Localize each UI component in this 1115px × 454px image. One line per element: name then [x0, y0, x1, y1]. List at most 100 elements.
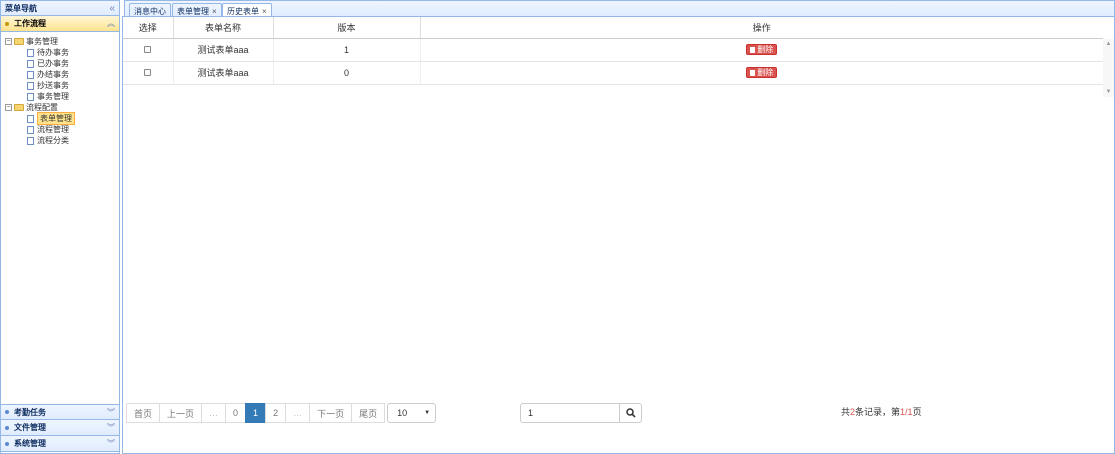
tree-item-label: 已办事务	[37, 59, 69, 68]
tree-panel: − 事务管理 待办事务 已办事务 办结事务 抄送事务 事务管理 − 流程配置 表…	[1, 32, 119, 420]
accordion-label: 文件管理	[14, 423, 46, 432]
page-jump	[520, 403, 642, 423]
tree-item-process-category[interactable]: 流程分类	[27, 135, 119, 146]
trash-icon	[750, 69, 756, 76]
double-chevron-left-icon[interactable]: «	[109, 3, 115, 14]
accordion-system[interactable]: 系统管理 ︾	[1, 436, 119, 452]
close-icon[interactable]: ×	[212, 7, 217, 16]
actions-cell: 删除	[420, 61, 1103, 85]
next-page-button[interactable]: 下一页	[309, 403, 353, 423]
table-header-row: 选择 表单名称 版本 操作	[123, 17, 1103, 39]
row-checkbox[interactable]	[144, 68, 152, 76]
tree-item-process-manage[interactable]: 流程管理	[27, 124, 119, 135]
tree-group-label: 事务管理	[26, 37, 58, 46]
first-page-button[interactable]: 首页	[126, 403, 161, 423]
file-icon	[27, 59, 34, 68]
tree-item-label: 待办事务	[37, 48, 69, 57]
table-row: 测试表单aaa 1 删除	[123, 38, 1103, 62]
tree-item-affair-manage[interactable]: 事务管理	[27, 91, 119, 102]
tab-label: 表单管理	[177, 6, 209, 16]
table-row: 测试表单aaa 0 删除	[123, 61, 1103, 85]
double-chevron-down-icon[interactable]: ︾	[107, 407, 115, 418]
tree-group-affairs[interactable]: − 事务管理	[1, 36, 119, 47]
vertical-scrollbar[interactable]: ▲ ▼	[1103, 39, 1114, 97]
double-chevron-down-icon[interactable]: ︾	[107, 422, 115, 433]
tab-bar: 消息中心 表单管理 × 历史表单 ×	[124, 0, 1115, 18]
accordion-label: 考勤任务	[14, 407, 46, 417]
tree-item-cc[interactable]: 抄送事务	[27, 80, 119, 91]
file-icon	[27, 48, 34, 57]
file-icon	[27, 114, 34, 123]
last-page-button[interactable]: 尾页	[351, 403, 386, 423]
column-header-actions: 操作	[420, 17, 1103, 39]
name-cell: 测试表单aaa	[173, 61, 274, 85]
column-header-version: 版本	[273, 17, 421, 39]
page-button-1[interactable]: 1	[245, 403, 267, 423]
accordion-files[interactable]: 文件管理 ︾	[1, 420, 119, 436]
summary-mid: 条记录，第	[855, 407, 901, 417]
accordion-workflow-label: 工作流程	[14, 19, 46, 28]
tree-item-label: 流程分类	[37, 136, 69, 145]
bullet-icon	[5, 21, 9, 26]
actions-cell: 删除	[420, 38, 1103, 62]
ellipsis: …	[201, 403, 227, 423]
file-icon	[27, 136, 34, 145]
page-button-2[interactable]: 2	[265, 403, 287, 423]
sidebar-header: 菜单导航 «	[1, 1, 119, 16]
summary-suffix: 页	[912, 407, 922, 417]
close-icon[interactable]: ×	[262, 7, 267, 16]
tree-item-label: 流程管理	[37, 125, 69, 134]
tree-item-closed[interactable]: 办结事务	[27, 69, 119, 80]
file-icon	[27, 125, 34, 134]
dropdown-arrow-icon: ▼	[424, 410, 431, 416]
tab-label: 历史表单	[227, 6, 259, 16]
delete-label: 删除	[757, 45, 774, 54]
trash-icon	[750, 46, 756, 53]
select-cell	[123, 38, 174, 62]
delete-button[interactable]: 删除	[746, 44, 778, 55]
tree-item-done[interactable]: 已办事务	[27, 58, 119, 69]
record-summary: 共2条记录，第1/1页	[841, 405, 922, 418]
page-jump-button[interactable]	[620, 403, 642, 423]
scroll-down-icon[interactable]: ▼	[1103, 87, 1114, 97]
collapse-toggle-icon[interactable]: −	[5, 38, 12, 45]
page-size-select[interactable]: 10 ▼	[387, 403, 437, 423]
prev-page-button[interactable]: 上一页	[159, 403, 203, 423]
bullet-icon	[5, 441, 9, 446]
name-cell: 测试表单aaa	[173, 38, 274, 62]
column-header-select: 选择	[123, 17, 174, 39]
folder-icon	[14, 38, 24, 45]
accordion-workflow[interactable]: 工作流程 ︽	[1, 16, 119, 32]
column-header-name: 表单名称	[173, 17, 274, 39]
pagination: 首页 上一页 … 0 1 2 … 下一页 尾页 10 ▼	[126, 403, 437, 423]
double-chevron-up-icon[interactable]: ︽	[107, 18, 115, 29]
file-icon	[27, 70, 34, 79]
accordion-attendance[interactable]: 考勤任务 ︾	[1, 404, 119, 420]
data-table: 选择 表单名称 版本 操作 测试表单aaa 1 删除 测试表单aaa 0 删除	[123, 17, 1103, 85]
page-button-0[interactable]: 0	[225, 403, 247, 423]
scroll-up-icon[interactable]: ▲	[1103, 39, 1114, 49]
row-checkbox[interactable]	[144, 45, 152, 53]
tree-item-form-manage[interactable]: 表单管理	[27, 112, 119, 125]
tree-item-label: 事务管理	[37, 92, 69, 101]
tree-item-todo[interactable]: 待办事务	[27, 47, 119, 58]
select-cell	[123, 61, 174, 85]
collapse-toggle-icon[interactable]: −	[5, 104, 12, 111]
page-jump-input[interactable]	[520, 403, 620, 423]
summary-page: 1/1	[900, 407, 913, 417]
search-icon	[625, 408, 636, 418]
folder-icon	[14, 104, 24, 111]
version-cell: 0	[273, 61, 421, 85]
sidebar-title: 菜单导航	[5, 3, 37, 13]
version-cell: 1	[273, 38, 421, 62]
bullet-icon	[5, 425, 9, 430]
file-icon	[27, 81, 34, 90]
tree-item-label: 抄送事务	[37, 81, 69, 90]
double-chevron-down-icon[interactable]: ︾	[107, 438, 115, 449]
tree-item-label: 办结事务	[37, 70, 69, 79]
page-size-value: 10	[397, 408, 408, 418]
file-icon	[27, 92, 34, 101]
delete-button[interactable]: 删除	[746, 67, 778, 78]
bullet-icon	[5, 410, 9, 414]
summary-prefix: 共	[841, 407, 851, 417]
